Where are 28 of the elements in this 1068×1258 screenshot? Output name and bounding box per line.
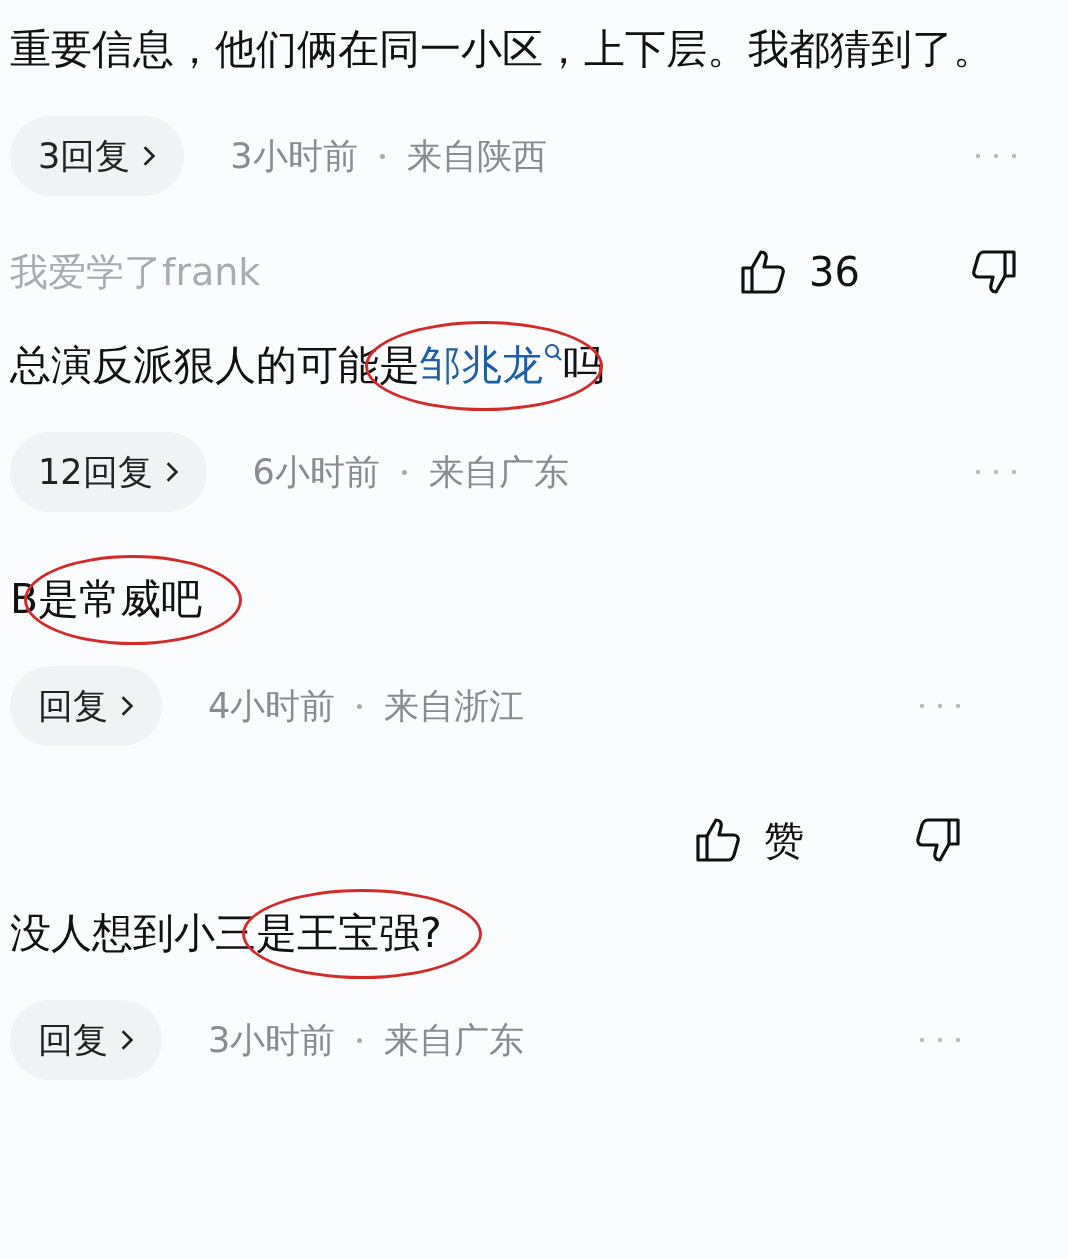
search-link[interactable]: 邹兆龙 — [420, 341, 563, 389]
chevron-icon — [120, 695, 134, 717]
location-label: 来自广东 — [428, 450, 569, 494]
post-time: 6小时前 — [252, 450, 380, 494]
separator-dot — [357, 1037, 363, 1043]
reply-button[interactable]: 回复 — [10, 666, 162, 746]
separator-dot — [401, 469, 407, 475]
thumbs-up-icon[interactable] — [739, 248, 788, 296]
reply-button[interactable]: 回复 — [10, 1000, 162, 1080]
location-label: 来自广东 — [384, 1018, 525, 1062]
comment-text: 重要信息，他们俩在同一小区，上下层。我都猜到了。 — [10, 24, 995, 75]
thumbs-up-icon[interactable] — [694, 816, 742, 864]
chevron-icon — [120, 1029, 134, 1051]
chevron-icon — [142, 145, 157, 167]
post-time: 3小时前 — [208, 1018, 336, 1062]
location-label: 来自浙江 — [384, 684, 525, 728]
like-count: 赞 — [764, 815, 804, 865]
chevron-icon — [164, 461, 179, 483]
post-time: 4小时前 — [208, 684, 336, 728]
like-count: 36 — [809, 249, 860, 295]
reply-button[interactable]: 12回复 — [10, 432, 207, 512]
post-time: 3小时前 — [230, 134, 358, 178]
thumbs-down-icon[interactable] — [970, 248, 1018, 296]
separator-dot — [379, 153, 385, 159]
separator-dot — [357, 703, 363, 709]
reply-button[interactable]: 3回复 — [10, 116, 185, 196]
thumbs-down-icon[interactable] — [914, 816, 962, 864]
location-label: 来自陕西 — [406, 134, 547, 178]
